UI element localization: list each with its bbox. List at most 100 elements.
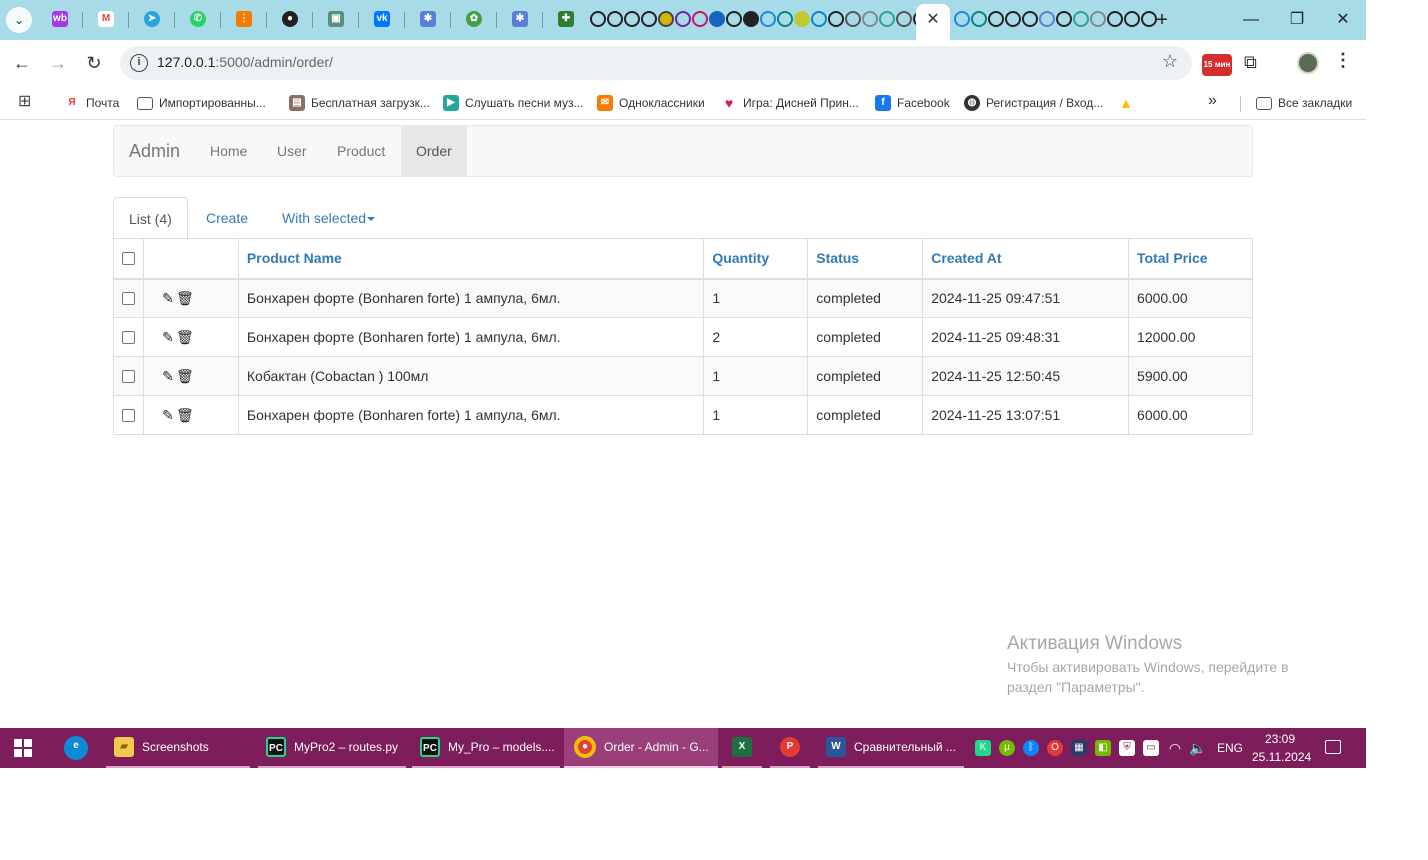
app-tray-icon[interactable]: ▦ <box>1071 740 1087 756</box>
edit-pencil-icon[interactable]: ✎ <box>160 368 176 385</box>
nav-home[interactable]: Home <box>195 126 262 176</box>
taskbar-app-p[interactable]: P <box>770 728 810 768</box>
profile-avatar[interactable] <box>1297 52 1319 74</box>
tab-create[interactable]: Create <box>191 197 263 239</box>
taskbar-app-word[interactable]: W Сравнительный ... <box>818 728 964 768</box>
edge-taskbar-button[interactable]: e <box>60 728 92 768</box>
site-info-icon[interactable]: i <box>130 54 148 72</box>
vk-tab-icon[interactable]: vk <box>374 11 390 27</box>
address-bar[interactable]: i 127.0.0.1:5000/admin/order/ ☆ <box>120 46 1192 80</box>
sort-status-link[interactable]: Status <box>816 250 859 266</box>
close-tab-icon[interactable]: ✕ <box>926 11 939 28</box>
apps-grid-icon[interactable]: ⊞ <box>18 94 34 110</box>
close-window-button[interactable]: ✕ <box>1320 6 1366 34</box>
delete-trash-icon[interactable]: 🗑 <box>176 407 194 424</box>
sort-quantity-link[interactable]: Quantity <box>712 250 769 266</box>
nvidia-tray-icon[interactable]: ◧ <box>1095 740 1111 756</box>
opera-tray-icon[interactable]: O <box>1047 740 1063 756</box>
tab-list[interactable]: List (4) <box>113 197 188 239</box>
bookmark-item[interactable]: Я Почта <box>64 92 119 114</box>
globe-icon: ◍ <box>964 95 980 111</box>
security-tray-icon[interactable]: ⛨ <box>1119 740 1135 756</box>
puzzle-tab-icon[interactable]: ✚ <box>558 11 574 27</box>
clock-date[interactable]: 25.11.2024 <box>1252 750 1311 764</box>
new-tab-button[interactable]: + <box>1152 8 1172 32</box>
edit-pencil-icon[interactable]: ✎ <box>160 290 176 307</box>
whatsapp-tab-icon[interactable]: ✆ <box>190 11 206 27</box>
volume-icon[interactable]: 🔈 <box>1189 740 1206 756</box>
bookmark-item[interactable]: Импортированны... <box>137 92 266 114</box>
column-header-product-name[interactable]: Product Name <box>237 238 705 280</box>
gmail-tab-icon[interactable]: M <box>98 11 114 27</box>
back-arrow-icon[interactable]: ← <box>10 51 34 75</box>
reload-icon[interactable]: ↻ <box>82 51 106 75</box>
row-checkbox[interactable] <box>122 291 135 305</box>
more-bookmarks-chevron-icon[interactable]: » <box>1208 92 1217 110</box>
cell-created-at: 2024-11-25 13:07:51 <box>922 395 1130 435</box>
column-header-total-price[interactable]: Total Price <box>1128 238 1253 280</box>
sort-created-at-link[interactable]: Created At <box>931 250 1001 266</box>
active-tab[interactable]: ✕ <box>916 4 950 40</box>
delete-trash-icon[interactable]: 🗑 <box>176 368 194 385</box>
app-tab-icon[interactable]: ▣ <box>328 11 344 27</box>
extension-tab-icon[interactable]: ✱ <box>512 11 528 27</box>
all-bookmarks-button[interactable]: Все закладки <box>1256 92 1352 114</box>
battery-tray-icon[interactable]: ▭ <box>1143 740 1159 756</box>
github-tab-icon[interactable]: ● <box>282 11 298 27</box>
clock-time[interactable]: 23:09 <box>1265 732 1295 746</box>
row-checkbox[interactable] <box>122 408 135 422</box>
notification-center-icon[interactable] <box>1325 740 1341 754</box>
browser-menu-icon[interactable]: ⋮ <box>1334 50 1352 71</box>
bookmark-item[interactable]: ✉ Одноклассники <box>597 92 705 114</box>
telegram-tab-icon[interactable]: ➤ <box>144 11 160 27</box>
pinned-tabs-group[interactable] <box>590 11 929 29</box>
column-header-quantity[interactable]: Quantity <box>703 238 809 280</box>
utorrent-tray-icon[interactable]: µ <box>999 740 1015 756</box>
edit-pencil-icon[interactable]: ✎ <box>160 329 176 346</box>
admin-brand[interactable]: Admin <box>129 141 180 162</box>
bluetooth-tray-icon[interactable]: ᛒ <box>1023 740 1039 756</box>
nav-user[interactable]: User <box>262 126 322 176</box>
column-header-status[interactable]: Status <box>807 238 924 280</box>
column-header-created-at[interactable]: Created At <box>922 238 1130 280</box>
restore-button[interactable]: ❐ <box>1274 6 1320 34</box>
extension-tab-icon[interactable]: ✱ <box>420 11 436 27</box>
bookmark-item[interactable]: f Facebook <box>875 92 950 114</box>
bookmark-item[interactable]: ▤ Бесплатная загрузк... <box>289 92 430 114</box>
sort-total-price-link[interactable]: Total Price <box>1137 250 1208 266</box>
extension-timer-badge[interactable]: 15 мин <box>1202 54 1232 76</box>
taskbar-app-pycharm-models[interactable]: PC My_Pro – models.... <box>412 728 560 768</box>
forward-arrow-icon[interactable]: → <box>46 51 70 75</box>
sort-product-name-link[interactable]: Product Name <box>247 250 342 266</box>
bookmark-item[interactable]: ♥ Игра: Дисней Прин... <box>721 92 859 114</box>
delete-trash-icon[interactable]: 🗑 <box>176 290 194 307</box>
nav-product[interactable]: Product <box>322 126 400 176</box>
taskbar-app-screenshots[interactable]: ▰ Screenshots <box>106 728 250 768</box>
select-all-checkbox[interactable] <box>122 251 135 265</box>
taskbar-app-chrome[interactable]: ● Order - Admin - G... <box>564 728 718 768</box>
taskbar-app-pycharm-routes[interactable]: PC MyPro2 – routes.py <box>258 728 406 768</box>
pinned-tabs-group-right[interactable] <box>954 11 1157 29</box>
app-tab-icon[interactable]: ⋮ <box>236 11 252 27</box>
minimize-button[interactable]: — <box>1228 6 1274 34</box>
tab-search-button[interactable]: ⌄ <box>6 7 32 33</box>
bookmark-item[interactable]: ◍ Регистрация / Вход... <box>964 92 1103 114</box>
taskbar-app-excel[interactable]: X <box>722 728 762 768</box>
app-tab-icon[interactable]: ✿ <box>466 11 482 27</box>
nav-order[interactable]: Order <box>401 126 467 176</box>
wifi-icon[interactable]: ◠ <box>1167 740 1183 756</box>
bookmark-item[interactable]: ▲ <box>1118 92 1134 114</box>
bookmark-item[interactable]: ▶ Слушать песни муз... <box>443 92 584 114</box>
extensions-puzzle-icon[interactable]: ⧉ <box>1244 52 1257 73</box>
url-text[interactable]: 127.0.0.1:5000/admin/order/ <box>157 54 333 70</box>
row-checkbox[interactable] <box>122 369 135 383</box>
kaspersky-tray-icon[interactable]: K <box>975 740 991 756</box>
tab-with-selected[interactable]: With selected <box>267 197 390 239</box>
bookmark-star-icon[interactable]: ☆ <box>1162 51 1178 72</box>
windows-start-icon[interactable] <box>14 739 32 757</box>
edit-pencil-icon[interactable]: ✎ <box>160 407 176 424</box>
delete-trash-icon[interactable]: 🗑 <box>176 329 194 346</box>
language-indicator[interactable]: ENG <box>1217 741 1243 755</box>
wildberries-tab-icon[interactable]: wb <box>52 11 68 27</box>
row-checkbox[interactable] <box>122 330 135 344</box>
